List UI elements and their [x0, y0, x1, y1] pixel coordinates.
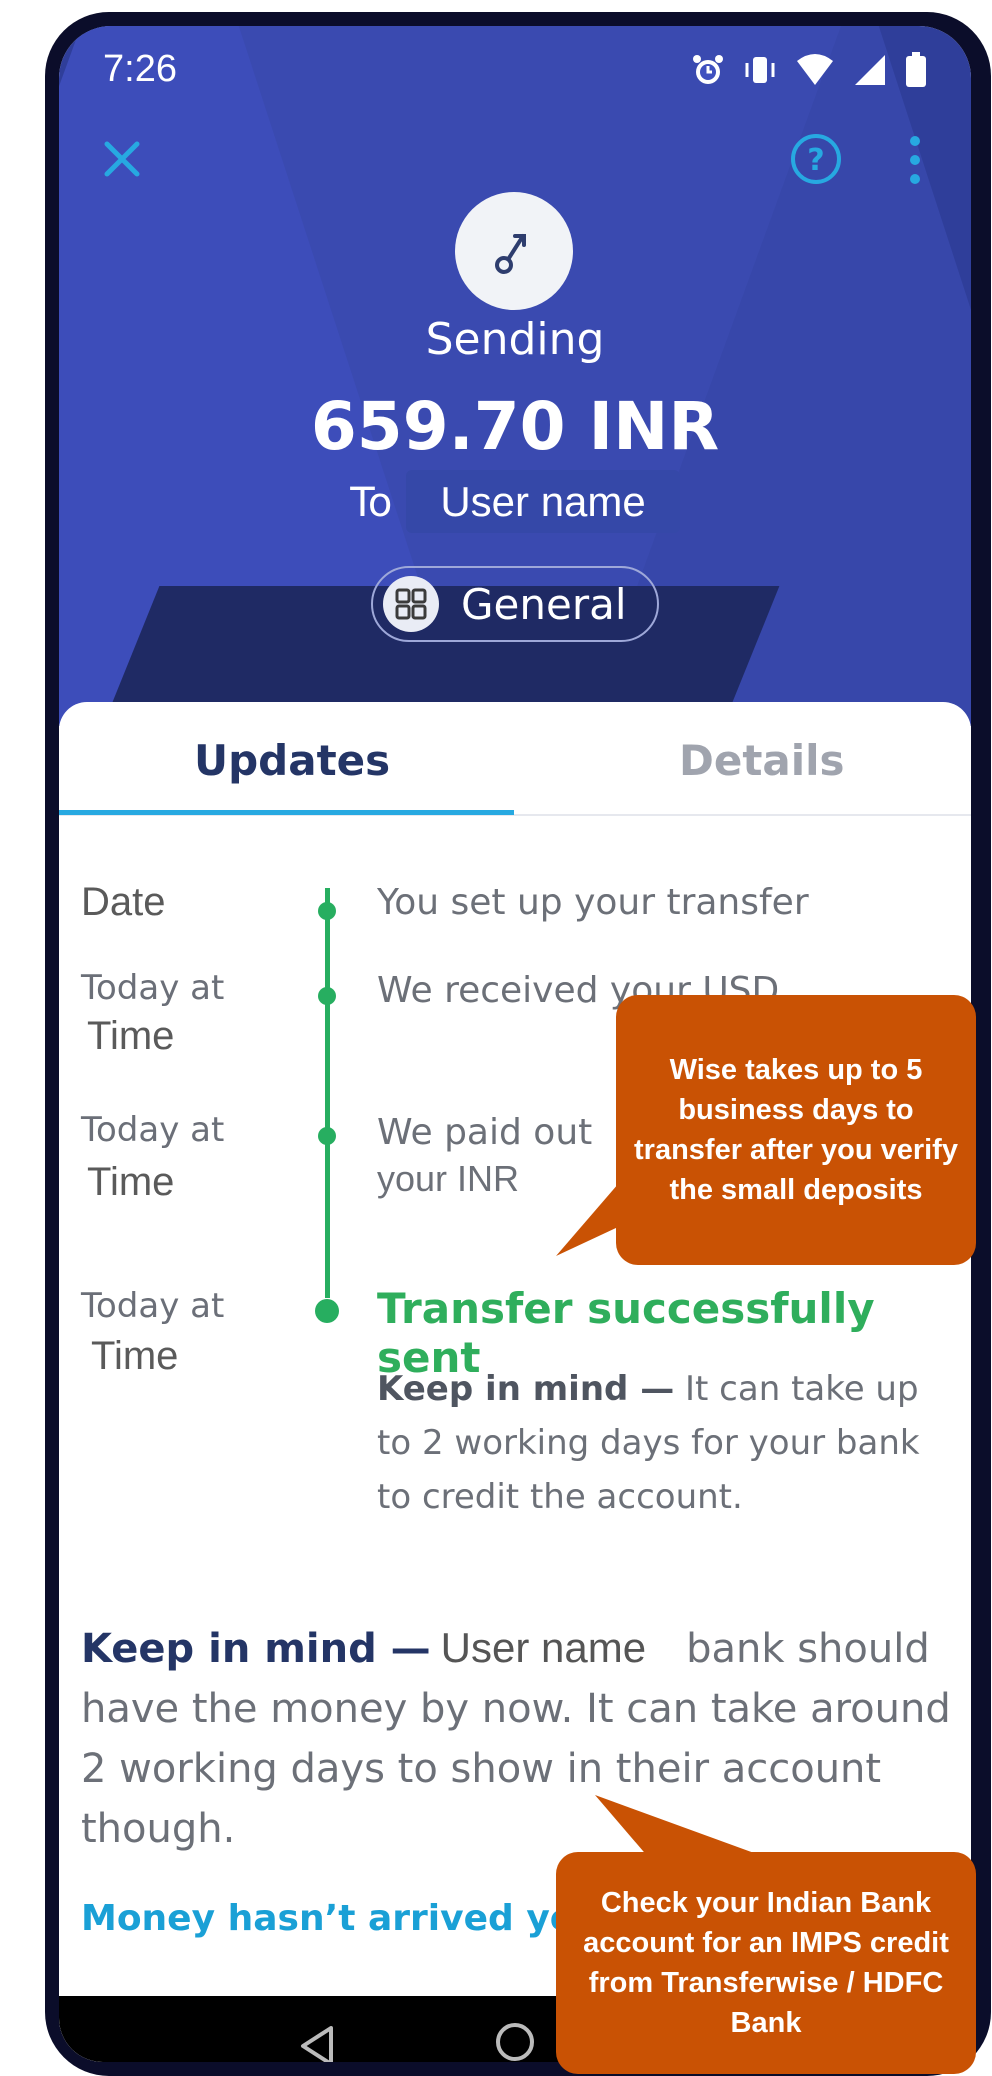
callout-note: Check your Indian Bank account for an IM…	[556, 1852, 976, 2074]
category-label: General	[461, 579, 627, 629]
grid-icon	[383, 576, 439, 632]
status-icons	[691, 52, 927, 92]
back-icon[interactable]	[297, 2024, 337, 2062]
timeline-dot	[315, 1299, 339, 1323]
battery-icon	[905, 52, 927, 92]
timeline-dot	[318, 987, 336, 1005]
timeline-line	[325, 888, 330, 1298]
arrival-note: Keep in mind — User name bank should have …	[81, 1618, 951, 1859]
timeline-dot	[318, 902, 336, 920]
callout-note: Wise takes up to 5 business days to tran…	[616, 995, 976, 1265]
wifi-icon	[795, 53, 835, 91]
tab-bar: Updates Details	[59, 702, 971, 816]
timeline-date: Today at	[81, 1110, 225, 1150]
signal-icon	[853, 53, 887, 91]
timeline-time: Time	[87, 1014, 175, 1058]
send-arrow-icon	[455, 192, 573, 310]
active-tab-indicator	[59, 810, 514, 815]
timeline-time: Time	[91, 1334, 179, 1378]
category-chip[interactable]: General	[371, 566, 659, 642]
sending-label: Sending	[425, 314, 605, 365]
home-icon[interactable]	[493, 2020, 537, 2062]
timeline-date: Today at	[81, 1286, 225, 1326]
timeline-time: Time	[87, 1160, 175, 1204]
status-time: 7:26	[103, 48, 177, 90]
keep-in-mind-inline: Keep in mind — It can take up to 2 worki…	[377, 1362, 937, 1524]
note-word: bank	[686, 1626, 785, 1672]
recipient-row: To User name	[59, 470, 971, 533]
tab-details[interactable]: Details	[679, 736, 845, 785]
close-icon[interactable]	[99, 136, 145, 182]
note-bold: Keep in mind —	[81, 1626, 431, 1672]
timeline-date: Today at	[81, 968, 225, 1008]
transfer-header: 7:26 ? Sending 659.70 INR To User name G…	[59, 26, 971, 726]
timeline-dot	[318, 1127, 336, 1145]
tab-updates[interactable]: Updates	[194, 736, 390, 785]
timeline-event: You set up your transfer	[377, 882, 809, 923]
note-recipient: User name	[440, 1624, 647, 1671]
keep-in-mind-bold: Keep in mind —	[377, 1369, 675, 1409]
more-options-icon[interactable]	[905, 134, 925, 186]
timeline-event: your INR	[377, 1158, 520, 1199]
transfer-amount: 659.70 INR	[310, 388, 720, 465]
svg-text:?: ?	[807, 143, 824, 178]
timeline-date: Date	[81, 880, 166, 924]
vibrate-icon	[743, 53, 777, 91]
recipient-name: User name	[406, 470, 680, 533]
money-not-arrived-link[interactable]: Money hasn’t arrived yet?	[81, 1898, 612, 1939]
to-label: To	[350, 480, 393, 526]
alarm-icon	[691, 53, 725, 91]
help-icon[interactable]: ?	[789, 132, 843, 186]
